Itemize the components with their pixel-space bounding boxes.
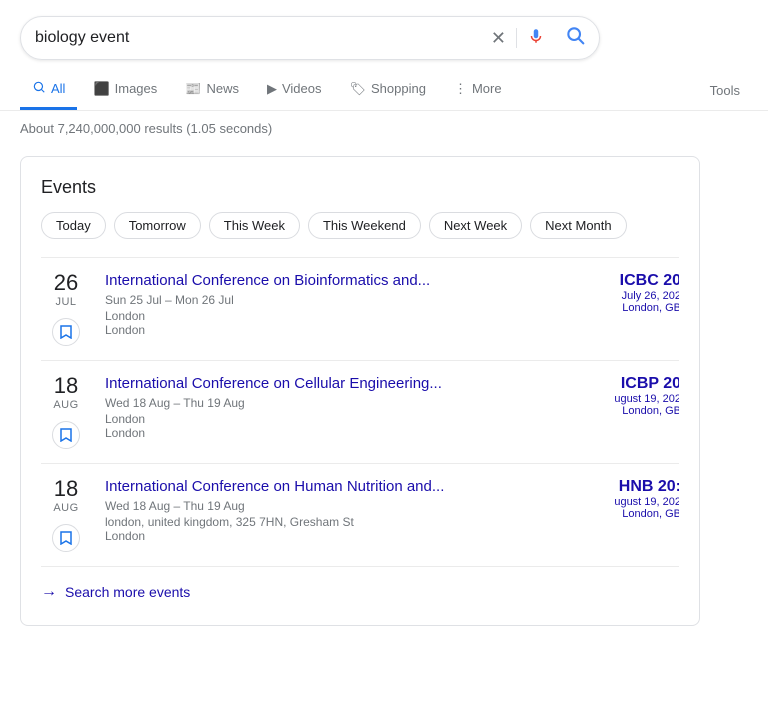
all-icon [32, 80, 46, 97]
tab-videos-label: Videos [282, 81, 322, 96]
tab-news-label: News [206, 81, 239, 96]
event-day: 18 [54, 375, 78, 397]
clear-icon[interactable]: ✕ [491, 28, 506, 49]
event-month: JUL [55, 296, 76, 308]
search-divider [516, 28, 517, 48]
mic-icon[interactable] [527, 27, 545, 50]
more-events-link[interactable]: → Search more events [41, 566, 679, 605]
event-date-col: 18 AUG [41, 375, 91, 449]
event-location2: London [105, 426, 679, 440]
tab-images[interactable]: ⬛ Images [81, 71, 169, 110]
event-month: AUG [53, 399, 78, 411]
event-item: 18 AUG International Conference on Cellu… [41, 360, 679, 463]
event-badge: HNB 20: ugust 19, 202 London, GB [591, 478, 679, 520]
news-icon: 📰 [185, 81, 201, 97]
tools-button[interactable]: Tools [702, 73, 748, 108]
event-badge: ICBP 20 ugust 19, 202 London, GB [591, 375, 679, 417]
tab-all-label: All [51, 81, 65, 96]
more-events-label: Search more events [65, 584, 190, 600]
nav-tabs: All ⬛ Images 📰 News ▶ Videos 🏷 Shopping … [0, 70, 768, 111]
results-count: About 7,240,000,000 results (1.05 second… [0, 111, 768, 146]
tab-news[interactable]: 📰 News [173, 71, 251, 110]
search-bar: ✕ [20, 16, 600, 60]
event-month: AUG [53, 502, 78, 514]
badge-loc: London, GB [591, 405, 679, 417]
filter-tomorrow[interactable]: Tomorrow [114, 212, 201, 239]
badge-loc: London, GB [591, 508, 679, 520]
search-icons: ✕ [491, 25, 585, 51]
badge-loc: London, GB [591, 302, 679, 314]
event-day: 26 [54, 272, 78, 294]
event-location2: London [105, 323, 679, 337]
tab-images-label: Images [115, 81, 158, 96]
tab-more[interactable]: ⋮ More [442, 71, 514, 110]
more-dots-icon: ⋮ [454, 81, 467, 97]
tab-shopping[interactable]: 🏷 Shopping [338, 71, 438, 110]
event-badge: ICBC 20 July 26, 202 London, GB [591, 272, 679, 314]
badge-title: ICBP 20 [591, 375, 679, 393]
event-day: 18 [54, 478, 78, 500]
tab-more-label: More [472, 81, 502, 96]
event-location2: London [105, 529, 679, 543]
shopping-icon: 🏷 [350, 81, 367, 97]
search-input[interactable] [35, 29, 491, 47]
events-card: Events Today Tomorrow This Week This Wee… [20, 156, 700, 626]
filter-next-month[interactable]: Next Month [530, 212, 626, 239]
badge-date: July 26, 202 [591, 290, 679, 302]
tab-all[interactable]: All [20, 70, 77, 110]
bookmark-button[interactable] [52, 524, 80, 552]
events-title: Events [41, 177, 679, 198]
event-item: 18 AUG International Conference on Human… [41, 463, 679, 566]
tab-shopping-label: Shopping [371, 81, 426, 96]
videos-icon: ▶ [267, 81, 277, 97]
event-item: 26 JUL International Conference on Bioin… [41, 257, 679, 360]
badge-date: ugust 19, 202 [591, 496, 679, 508]
tab-videos[interactable]: ▶ Videos [255, 71, 334, 110]
badge-title: HNB 20: [591, 478, 679, 496]
event-date-col: 18 AUG [41, 478, 91, 552]
filter-this-weekend[interactable]: This Weekend [308, 212, 421, 239]
badge-date: ugust 19, 202 [591, 393, 679, 405]
bookmark-button[interactable] [52, 318, 80, 346]
filter-today[interactable]: Today [41, 212, 106, 239]
filter-chips: Today Tomorrow This Week This Weekend Ne… [41, 212, 679, 239]
images-icon: ⬛ [93, 81, 109, 97]
search-button[interactable] [565, 25, 585, 51]
event-date-col: 26 JUL [41, 272, 91, 346]
filter-next-week[interactable]: Next Week [429, 212, 522, 239]
filter-this-week[interactable]: This Week [209, 212, 300, 239]
search-bar-section: ✕ [0, 0, 768, 70]
bookmark-button[interactable] [52, 421, 80, 449]
badge-title: ICBC 20 [591, 272, 679, 290]
arrow-right-icon: → [41, 583, 57, 601]
